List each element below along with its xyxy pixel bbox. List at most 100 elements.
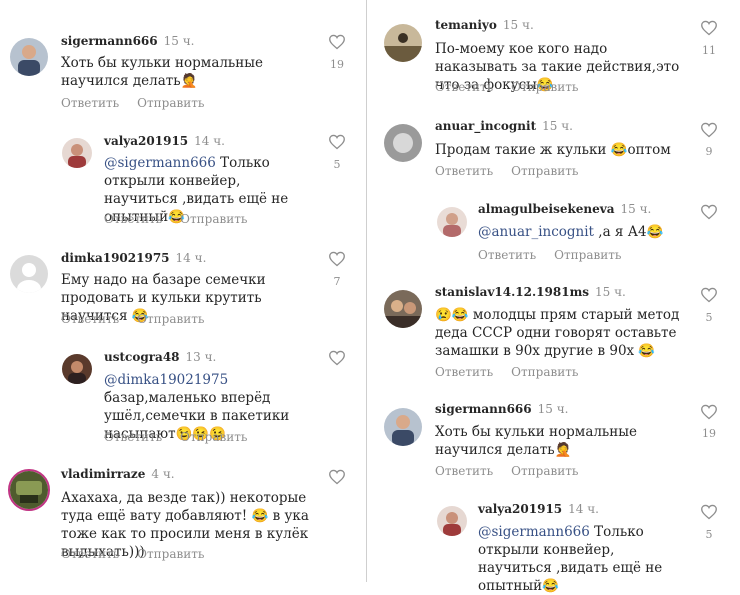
- comment-actions: Ответить Отправить: [435, 365, 596, 379]
- mention-link[interactable]: @sigermann666: [104, 155, 216, 171]
- avatar[interactable]: [8, 469, 50, 511]
- timestamp: 15 ч.: [595, 285, 626, 299]
- username[interactable]: anuar_incognit: [435, 119, 536, 133]
- comment-actions: Ответить Отправить: [61, 96, 222, 110]
- comments-column-left: sigermann666 15 ч. Хоть бы кульки нормаль…: [0, 0, 366, 582]
- username[interactable]: vladimirraze: [61, 467, 145, 481]
- avatar[interactable]: [10, 38, 48, 76]
- comment-actions: Ответить Отправить: [61, 547, 222, 561]
- reply-button[interactable]: Ответить: [61, 96, 119, 110]
- comment-text: @anuar_incognit ,а я А4😂: [478, 224, 664, 240]
- send-button[interactable]: Отправить: [180, 430, 247, 444]
- timestamp: 14 ч.: [175, 251, 207, 265]
- comment-text: Продам такие ж кульки 😂оптом: [435, 142, 671, 158]
- username[interactable]: sigermann666: [61, 34, 158, 48]
- comment-meta: temaniyo 15 ч.: [435, 18, 534, 32]
- timestamp: 14 ч.: [194, 134, 225, 148]
- comment-text: 😢😂 молодцы прям старый метод деда СССР о…: [435, 307, 680, 359]
- likes-count: 11: [702, 44, 716, 57]
- username[interactable]: stanislav14.12.1981ms: [435, 285, 589, 299]
- send-button[interactable]: Отправить: [511, 80, 578, 94]
- heart-icon[interactable]: [328, 350, 346, 366]
- comment-meta: sigermann666 15 ч.: [61, 34, 194, 48]
- reply-button[interactable]: Ответить: [435, 464, 493, 478]
- heart-icon[interactable]: [700, 122, 718, 138]
- comment-meta: anuar_incognit 15 ч.: [435, 119, 573, 133]
- timestamp: 14 ч.: [568, 502, 599, 516]
- likes-count: 5: [705, 311, 713, 324]
- avatar[interactable]: [437, 506, 467, 536]
- comment-actions: Ответить Отправить: [61, 312, 222, 326]
- mention-link[interactable]: @sigermann666: [478, 524, 590, 540]
- avatar[interactable]: [62, 138, 92, 168]
- comment-meta: vladimirraze 4 ч.: [61, 467, 175, 481]
- comment-meta: dimka19021975 14 ч.: [61, 251, 206, 265]
- comment: sigermann666 15 ч. Хоть бы кульки нормаль…: [10, 34, 350, 114]
- reply-button[interactable]: Ответить: [435, 164, 493, 178]
- heart-icon[interactable]: [328, 251, 346, 267]
- comment-reply: valya201915 14 ч. @sigermann666 Только от…: [62, 134, 350, 229]
- username[interactable]: sigermann666: [435, 402, 532, 416]
- heart-icon[interactable]: [700, 204, 718, 220]
- comment-meta: valya201915 14 ч.: [478, 502, 599, 516]
- likes-count: 19: [330, 58, 344, 71]
- heart-icon[interactable]: [700, 404, 718, 420]
- send-button[interactable]: Отправить: [137, 312, 204, 326]
- timestamp: 15 ч.: [620, 202, 652, 216]
- username[interactable]: ustcogra48: [104, 350, 180, 364]
- comment-actions: Ответить Отправить: [435, 464, 596, 478]
- likes-count: 5: [705, 528, 713, 541]
- comment-meta: stanislav14.12.1981ms 15 ч.: [435, 285, 626, 299]
- avatar[interactable]: [384, 24, 422, 62]
- username[interactable]: valya201915: [478, 502, 562, 516]
- comment: stanislav14.12.1981ms 15 ч. 😢😂 молодцы пр…: [384, 285, 724, 380]
- likes-count: 19: [702, 427, 716, 440]
- avatar[interactable]: [10, 255, 48, 293]
- avatar[interactable]: [384, 290, 422, 328]
- send-button[interactable]: Отправить: [554, 248, 621, 262]
- comment-meta: ustcogra48 13 ч.: [104, 350, 216, 364]
- send-button[interactable]: Отправить: [137, 547, 204, 561]
- comment: sigermann666 15 ч. Хоть бы кульки нормаль…: [384, 402, 724, 482]
- reply-button[interactable]: Ответить: [104, 430, 162, 444]
- reply-button[interactable]: Ответить: [435, 80, 493, 94]
- send-button[interactable]: Отправить: [511, 164, 578, 178]
- comment-actions: Ответить Отправить: [435, 164, 596, 178]
- reply-button[interactable]: Ответить: [61, 547, 119, 561]
- reply-button[interactable]: Ответить: [435, 365, 493, 379]
- send-button[interactable]: Отправить: [137, 96, 204, 110]
- send-button[interactable]: Отправить: [180, 212, 247, 226]
- reply-button[interactable]: Ответить: [61, 312, 119, 326]
- avatar[interactable]: [384, 124, 422, 162]
- heart-icon[interactable]: [700, 20, 718, 36]
- comment-reply: valya201915 14 ч. @sigermann666 Только от…: [437, 502, 724, 594]
- comments-column-right: temaniyo 15 ч. По-моему кое кого надо нак…: [367, 0, 740, 594]
- timestamp: 15 ч.: [163, 34, 195, 48]
- username[interactable]: dimka19021975: [61, 251, 170, 265]
- avatar[interactable]: [384, 408, 422, 446]
- mention-link[interactable]: @anuar_incognit: [478, 224, 594, 240]
- comment-reply: ustcogra48 13 ч. @dimka19021975 базар,мал…: [62, 350, 350, 445]
- heart-icon[interactable]: [328, 34, 346, 50]
- comment-actions: Ответить Отправить: [435, 80, 596, 94]
- avatar[interactable]: [62, 354, 92, 384]
- heart-icon[interactable]: [700, 287, 718, 303]
- avatar[interactable]: [437, 207, 467, 237]
- reply-button[interactable]: Ответить: [104, 212, 162, 226]
- heart-icon[interactable]: [328, 134, 346, 150]
- comment-meta: sigermann666 15 ч.: [435, 402, 568, 416]
- timestamp: 4 ч.: [151, 467, 175, 481]
- username[interactable]: valya201915: [104, 134, 188, 148]
- likes-count: 7: [333, 275, 341, 288]
- send-button[interactable]: Отправить: [511, 365, 578, 379]
- reply-button[interactable]: Ответить: [478, 248, 536, 262]
- heart-icon[interactable]: [700, 504, 718, 520]
- username[interactable]: almagulbeisekeneva: [478, 202, 615, 216]
- comment: temaniyo 15 ч. По-моему кое кого надо нак…: [384, 18, 724, 98]
- username[interactable]: temaniyo: [435, 18, 497, 32]
- heart-icon[interactable]: [328, 469, 346, 485]
- mention-link[interactable]: @dimka19021975: [104, 372, 228, 388]
- comment-actions: Ответить Отправить: [478, 248, 639, 262]
- comment-actions: Ответить Отправить: [104, 212, 265, 226]
- send-button[interactable]: Отправить: [511, 464, 578, 478]
